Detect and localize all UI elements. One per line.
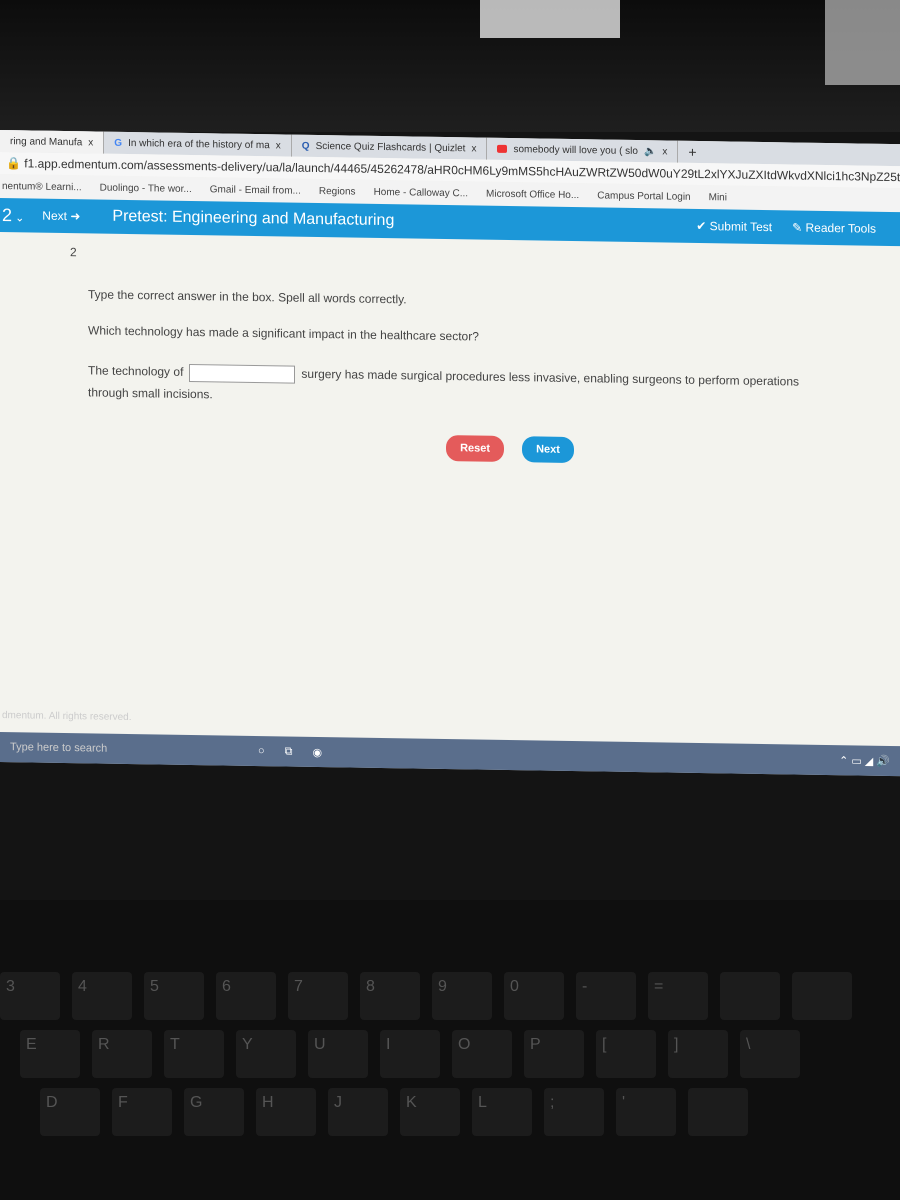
key: H xyxy=(256,1088,316,1136)
bookmark[interactable]: Regions xyxy=(319,186,356,198)
key: 9 xyxy=(432,972,492,1020)
key: G xyxy=(184,1088,244,1136)
key: U xyxy=(308,1030,368,1078)
key xyxy=(792,972,852,1020)
tab-label: somebody will love you ( slo xyxy=(513,143,638,157)
bookmark[interactable]: Duolingo - The wor... xyxy=(100,182,192,194)
close-icon[interactable]: x xyxy=(662,146,667,157)
key: F xyxy=(112,1088,172,1136)
screen: ring and Manufa x G In which era of the hi… xyxy=(0,130,900,777)
youtube-icon xyxy=(497,144,508,153)
key: ' xyxy=(616,1088,676,1136)
chrome-icon[interactable]: ◉ xyxy=(313,745,323,758)
next-button[interactable]: Next xyxy=(522,436,574,464)
next-label: Next xyxy=(42,208,67,224)
key: [ xyxy=(596,1030,656,1078)
key: ] xyxy=(668,1030,728,1078)
system-tray[interactable]: ⌃ ▭ ◢ 🔊 xyxy=(839,754,900,768)
key: I xyxy=(380,1030,440,1078)
key: D xyxy=(40,1088,100,1136)
sentence-start: The technology of xyxy=(88,363,184,379)
laptop-keyboard: 3 4 5 6 7 8 9 0- = E R T Y U I O P[] \ D F G H J K L; ' xyxy=(0,900,900,1200)
tab-label: Science Quiz Flashcards | Quizlet xyxy=(315,140,466,154)
key: 3 xyxy=(0,972,60,1020)
arrow-right-icon: ➜ xyxy=(70,209,81,224)
key: 4 xyxy=(72,972,132,1020)
bookmark[interactable]: Campus Portal Login xyxy=(597,190,690,202)
reflection xyxy=(825,0,900,85)
key: Y xyxy=(236,1030,296,1078)
new-tab-button[interactable]: + xyxy=(678,141,706,163)
next-nav-button[interactable]: Next ➜ xyxy=(42,209,80,224)
tab[interactable]: somebody will love you ( slo 🔈 x xyxy=(487,137,679,163)
close-icon[interactable]: x xyxy=(471,143,476,154)
key xyxy=(688,1088,748,1136)
pen-icon: ✎ xyxy=(792,220,806,235)
bookmark[interactable]: nentum® Learni... xyxy=(2,181,82,193)
question-number: 2 xyxy=(70,245,77,260)
tab-label: ring and Manufa xyxy=(10,135,83,148)
key: O xyxy=(452,1030,512,1078)
submit-label: Submit Test xyxy=(709,219,773,235)
reader-tools-label: Reader Tools xyxy=(805,220,877,236)
instruction: Type the correct answer in the box. Spel… xyxy=(88,287,407,307)
key: K xyxy=(400,1088,460,1136)
bookmark[interactable]: Microsoft Office Ho... xyxy=(486,188,579,200)
task-view-icon[interactable]: ⧉ xyxy=(285,745,293,758)
check-circle-icon: ✔ xyxy=(696,218,710,234)
question-panel: 2 Type the correct answer in the box. Sp… xyxy=(0,232,900,686)
monitor-bezel xyxy=(0,0,900,132)
key: T xyxy=(164,1030,224,1078)
key: P xyxy=(524,1030,584,1078)
key: J xyxy=(328,1088,388,1136)
submit-test-button[interactable]: ✔ Submit Test xyxy=(696,219,772,234)
tab[interactable]: Q Science Quiz Flashcards | Quizlet x xyxy=(291,134,488,160)
answer-input[interactable] xyxy=(189,363,296,384)
page-title: Pretest: Engineering and Manufacturing xyxy=(112,207,395,230)
reader-tools-button[interactable]: ✎ Reader Tools xyxy=(792,220,876,235)
key: 8 xyxy=(360,972,420,1020)
bookmark[interactable]: Gmail - Email from... xyxy=(210,184,301,196)
close-icon[interactable]: x xyxy=(276,140,281,151)
taskbar: Type here to search ○ ⧉ ◉ ⌃ ▭ ◢ 🔊 xyxy=(0,732,900,777)
chevron-down-icon: ⌄ xyxy=(12,211,25,224)
key: 6 xyxy=(216,972,276,1020)
question-selector[interactable]: 2 ⌄ xyxy=(0,205,42,227)
key xyxy=(720,972,780,1020)
key: 7 xyxy=(288,972,348,1020)
key: E xyxy=(20,1030,80,1078)
bookmark[interactable]: Mini xyxy=(709,192,727,203)
copyright-footer: dmentum. All rights reserved. xyxy=(2,710,132,724)
key: ; xyxy=(544,1088,604,1136)
taskbar-search[interactable]: Type here to search xyxy=(0,741,240,757)
bookmark[interactable]: Home - Calloway C... xyxy=(374,186,468,198)
key: 5 xyxy=(144,972,204,1020)
google-icon: G xyxy=(114,137,123,149)
close-icon[interactable]: x xyxy=(88,137,93,148)
tab-label: In which era of the history of ma xyxy=(128,137,270,151)
question-number: 2 xyxy=(2,204,13,225)
question-prompt: Which technology has made a significant … xyxy=(88,323,479,344)
key: 0 xyxy=(504,972,564,1020)
lock-icon: 🔒 xyxy=(6,156,25,171)
reset-button[interactable]: Reset xyxy=(446,435,505,462)
key: = xyxy=(648,972,708,1020)
tab[interactable]: ring and Manufa x xyxy=(0,130,105,154)
tab[interactable]: G In which era of the history of ma x xyxy=(104,131,292,157)
key: \ xyxy=(740,1030,800,1078)
cortana-icon[interactable]: ○ xyxy=(258,745,265,758)
speaker-icon[interactable]: 🔈 xyxy=(644,146,656,157)
key: - xyxy=(576,972,636,1020)
reflection xyxy=(480,0,620,38)
key: R xyxy=(92,1030,152,1078)
quizlet-icon: Q xyxy=(301,140,310,152)
key: L xyxy=(472,1088,532,1136)
fill-in-sentence: The technology of surgery has made surgic… xyxy=(88,359,812,414)
